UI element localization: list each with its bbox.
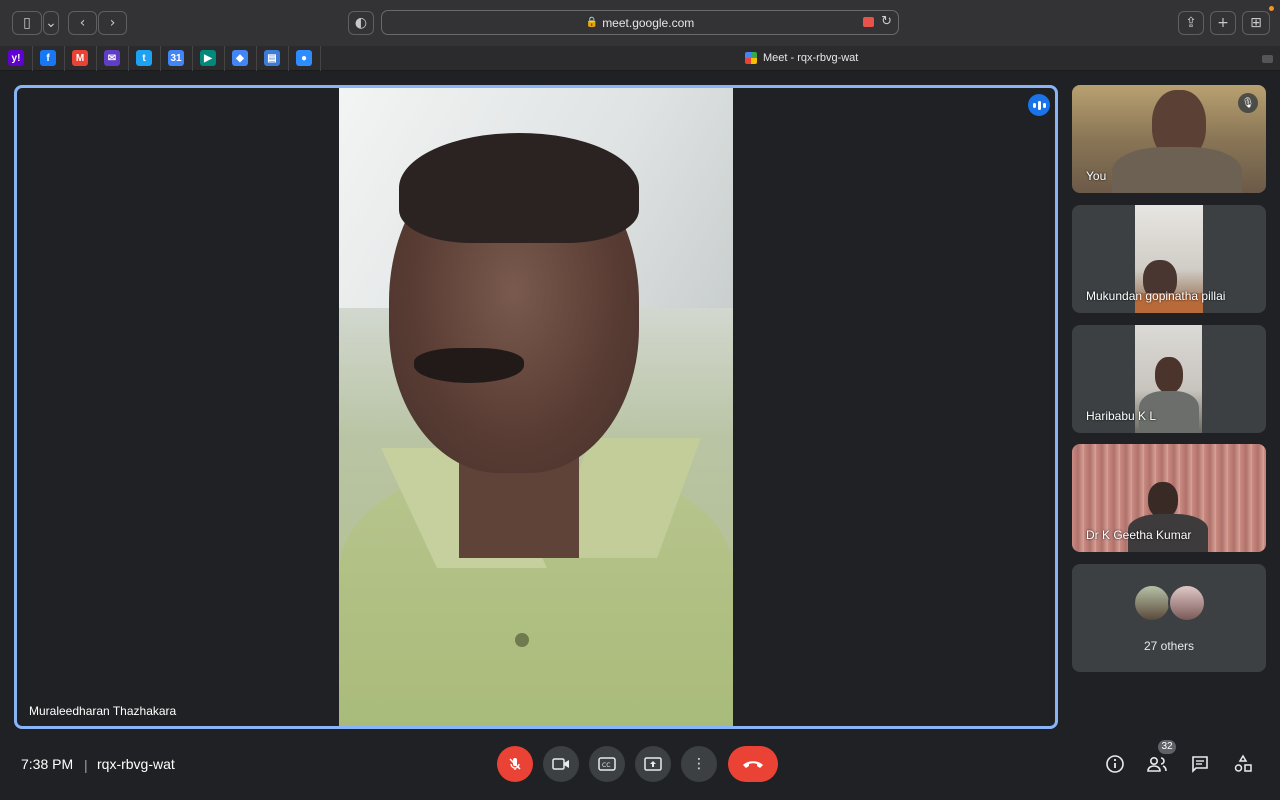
chart-icon[interactable]: ▤ <box>264 50 280 66</box>
activities-button[interactable] <box>1231 752 1255 776</box>
bookmark-divider <box>32 46 33 71</box>
chevron-down-icon[interactable]: ⌄ <box>43 11 59 35</box>
tab-title[interactable]: Meet - rqx-rbvg-wat <box>745 52 858 64</box>
speaking-indicator-icon <box>1028 94 1050 116</box>
participant-tile-you[interactable]: 🎙 You <box>1072 85 1266 193</box>
share-icon[interactable]: ⇪ <box>1178 11 1204 35</box>
reload-icon[interactable]: ↻ <box>881 14 892 29</box>
twitter-icon[interactable]: t <box>136 50 152 66</box>
activities-icon <box>1234 754 1252 772</box>
chat-icon <box>1192 756 1208 773</box>
tab-title-text: Meet - rqx-rbvg-wat <box>763 52 859 64</box>
main-video-tile[interactable]: Muraleedharan Thazhakara <box>14 85 1058 729</box>
bookmark-divider <box>288 46 289 71</box>
bookmark-divider <box>320 46 321 71</box>
meet-logo-icon <box>745 52 757 64</box>
maps-icon[interactable]: ◆ <box>232 50 248 66</box>
participant-name: Mukundan gopinatha pillai <box>1086 289 1226 303</box>
others-count: 27 others <box>1143 639 1195 653</box>
tab-camera-icon <box>1262 55 1273 63</box>
more-vert-icon: ⋮ <box>692 756 706 772</box>
bookmark-divider <box>64 46 65 71</box>
new-tab-button[interactable]: + <box>1210 11 1236 35</box>
forward-button[interactable]: › <box>98 11 127 35</box>
bookmark-divider <box>96 46 97 71</box>
sidebar-toggle-icon[interactable]: ▯ <box>12 11 42 35</box>
yahoo-icon[interactable]: y! <box>8 50 24 66</box>
people-button[interactable] <box>1145 752 1169 776</box>
bookmark-divider <box>256 46 257 71</box>
bookmark-divider <box>160 46 161 71</box>
chat-button[interactable] <box>1188 752 1212 776</box>
hang-up-icon <box>743 761 763 768</box>
participant-name: Haribabu K L <box>1086 409 1157 423</box>
back-button[interactable]: ‹ <box>68 11 97 35</box>
participant-tile-mukundan[interactable]: Mukundan gopinatha pillai <box>1072 205 1266 313</box>
participant-tile-geetha-kumar[interactable]: Dr K Geetha Kumar <box>1072 444 1266 552</box>
meeting-time: 7:38 PM <box>21 756 74 772</box>
gmail-icon[interactable]: M <box>72 50 88 66</box>
info-icon <box>1106 755 1124 773</box>
main-participant-name: Muraleedharan Thazhakara <box>29 704 177 718</box>
camera-icon <box>552 758 569 770</box>
meet-icon[interactable]: ▶ <box>200 50 216 66</box>
participant-name: You <box>1086 169 1107 183</box>
mail-icon[interactable]: ✉ <box>104 50 120 66</box>
browser-toolbar: ▯ ⌄ ‹ › ◐ 🔒 meet.google.com ↻ ⇪ + ⊞ <box>0 0 1280 46</box>
url-text: meet.google.com <box>602 15 695 30</box>
more-options-button[interactable]: ⋮ <box>681 746 717 782</box>
participant-tile-haribabu[interactable]: Haribabu K L <box>1072 325 1266 433</box>
svg-text:CC: CC <box>602 762 610 769</box>
meeting-code: rqx-rbvg-wat <box>97 756 175 772</box>
present-button[interactable] <box>635 746 671 782</box>
bookmark-divider <box>128 46 129 71</box>
tab-overview-icon[interactable]: ⊞ <box>1242 11 1270 35</box>
others-tile[interactable]: 27 others <box>1072 564 1266 672</box>
bookmarks-bar: Meet - rqx-rbvg-wat y! f M ✉ t 31 ▶ ◆ ▤ ● <box>0 46 1280 71</box>
zoom-icon[interactable]: ● <box>296 50 312 66</box>
address-bar[interactable]: 🔒 meet.google.com ↻ <box>381 10 899 35</box>
participant-name: Dr K Geetha Kumar <box>1086 528 1192 542</box>
facebook-icon[interactable]: f <box>40 50 56 66</box>
camera-in-use-icon[interactable] <box>863 17 874 27</box>
mic-off-icon <box>509 758 521 770</box>
meeting-details-button[interactable] <box>1103 752 1127 776</box>
captions-button[interactable]: CC <box>589 746 625 782</box>
privacy-shield-icon[interactable]: ◐ <box>348 11 374 35</box>
bookmark-divider <box>192 46 193 71</box>
speaker-video <box>339 88 733 726</box>
people-icon <box>1147 756 1167 772</box>
bookmark-divider <box>224 46 225 71</box>
camera-toggle-button[interactable] <box>543 746 579 782</box>
avatar <box>1133 584 1171 622</box>
notification-dot <box>1269 6 1274 11</box>
mic-toggle-button[interactable] <box>497 746 533 782</box>
present-screen-icon <box>644 757 662 771</box>
mic-off-icon: 🎙 <box>1238 93 1258 113</box>
avatar <box>1168 584 1206 622</box>
captions-icon: CC <box>598 757 616 771</box>
calendar-icon[interactable]: 31 <box>168 50 184 66</box>
lock-icon: 🔒 <box>585 17 599 28</box>
leave-call-button[interactable] <box>728 746 778 782</box>
divider: | <box>84 757 88 773</box>
